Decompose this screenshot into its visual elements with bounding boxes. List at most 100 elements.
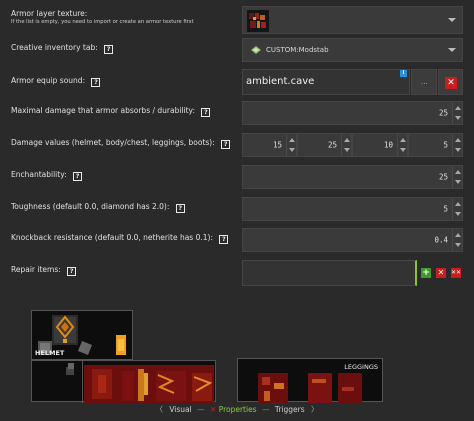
- nav-separator: —: [261, 405, 270, 414]
- add-item-icon[interactable]: +: [421, 268, 431, 278]
- spin-up-icon[interactable]: [455, 138, 461, 142]
- help-icon[interactable]: ?: [175, 204, 185, 213]
- helmet-preview: HELMET: [31, 310, 133, 360]
- spinner-controls[interactable]: [286, 134, 296, 156]
- armor-texture-label-wrap: Armor layer texture: If the list is empt…: [11, 9, 194, 25]
- max-damage-value: 25: [438, 108, 448, 118]
- max-damage-label: Maximal damage that armor absorbs / dura…: [11, 106, 195, 115]
- knockback-label-wrap: Knockback resistance (default 0.0, nethe…: [11, 233, 229, 244]
- enchantability-value: 25: [438, 172, 448, 182]
- help-icon[interactable]: ?: [104, 45, 114, 54]
- leggings-preview-label: LEGGINGS: [344, 363, 378, 371]
- spin-up-icon[interactable]: [344, 138, 350, 142]
- spin-up-icon[interactable]: [289, 138, 295, 142]
- toughness-label-wrap: Toughness (default 0.0, diamond has 2.0)…: [11, 202, 185, 213]
- toughness-label: Toughness (default 0.0, diamond has 2.0)…: [11, 202, 170, 211]
- spinner-controls[interactable]: [341, 134, 351, 156]
- spin-up-icon[interactable]: [400, 138, 406, 142]
- toughness-spinner[interactable]: 5: [242, 197, 463, 221]
- armor-texture-thumbnail: [247, 10, 269, 32]
- repair-items-label-wrap: Repair items: ?: [11, 265, 77, 276]
- knockback-label: Knockback resistance (default 0.0, nethe…: [11, 233, 213, 242]
- toughness-value: 5: [443, 204, 448, 214]
- spinner-controls[interactable]: [452, 134, 462, 156]
- help-icon[interactable]: ?: [67, 267, 77, 276]
- creative-tab-dropdown[interactable]: CUSTOM:Modstab: [242, 38, 463, 62]
- browse-sound-button[interactable]: ...: [411, 69, 437, 95]
- knockback-row: Knockback resistance (default 0.0, nethe…: [0, 228, 474, 252]
- enchantability-label-wrap: Enchantability: ?: [11, 170, 83, 181]
- spin-up-icon[interactable]: [455, 170, 461, 174]
- help-icon[interactable]: ?: [219, 235, 229, 244]
- nav-separator: —: [197, 405, 205, 414]
- creative-tab-label-wrap: Creative inventory tab: ?: [11, 43, 114, 54]
- remove-all-icon[interactable]: ✕✕: [451, 268, 461, 278]
- max-damage-row: Maximal damage that armor absorbs / dura…: [0, 101, 474, 125]
- enchantability-label: Enchantability:: [11, 170, 67, 179]
- help-icon[interactable]: ?: [91, 78, 101, 87]
- repair-items-label: Repair items:: [11, 265, 61, 274]
- chevron-down-icon: [448, 18, 456, 22]
- armor-texture-row: Armor layer texture: If the list is empt…: [0, 6, 474, 34]
- armor-texture-dropdown[interactable]: [242, 6, 463, 34]
- spin-down-icon[interactable]: [455, 243, 461, 247]
- chest-damage-value: 25: [327, 140, 337, 150]
- chest-damage-spinner[interactable]: 25: [297, 133, 352, 157]
- max-damage-spinner[interactable]: 25: [242, 101, 463, 125]
- knockback-spinner[interactable]: 0.4: [242, 228, 463, 252]
- spin-down-icon[interactable]: [455, 116, 461, 120]
- spin-down-icon[interactable]: [400, 148, 406, 152]
- helmet-damage-value: 15: [272, 140, 282, 150]
- helmet-damage-spinner[interactable]: 15: [242, 133, 297, 157]
- spinner-controls[interactable]: [452, 229, 462, 251]
- tab-triggers[interactable]: Triggers: [275, 405, 305, 414]
- tab-icon: [251, 46, 261, 54]
- close-icon: ✕: [445, 77, 457, 89]
- help-icon[interactable]: ?: [221, 140, 231, 149]
- repair-items-list[interactable]: [242, 260, 417, 286]
- helmet-preview-label: HELMET: [35, 349, 65, 357]
- help-icon[interactable]: ?: [73, 172, 83, 181]
- chevron-down-icon: [448, 48, 456, 52]
- spin-down-icon[interactable]: [455, 212, 461, 216]
- remove-item-icon[interactable]: ✕: [436, 268, 446, 278]
- leggings-damage-spinner[interactable]: 10: [352, 133, 408, 157]
- tab-visual[interactable]: Visual: [169, 405, 191, 414]
- clear-sound-button[interactable]: ✕: [438, 69, 463, 95]
- tab-properties[interactable]: Properties: [219, 405, 257, 414]
- spin-down-icon[interactable]: [455, 148, 461, 152]
- help-icon[interactable]: ?: [201, 108, 211, 117]
- enchantability-spinner[interactable]: 25: [242, 165, 463, 189]
- equip-sound-label-wrap: Armor equip sound: ?: [11, 76, 101, 87]
- armor-texture-thumbnail-icon: [249, 13, 266, 28]
- chevron-left-icon[interactable]: 〈: [155, 405, 163, 414]
- chevron-right-icon[interactable]: 〉: [311, 405, 319, 414]
- boots-damage-value: 5: [443, 140, 448, 150]
- spinner-controls[interactable]: [397, 134, 407, 156]
- damage-values-row: Damage values (helmet, body/chest, leggi…: [0, 133, 474, 157]
- damage-values-label-wrap: Damage values (helmet, body/chest, leggi…: [11, 138, 231, 149]
- spin-down-icon[interactable]: [344, 148, 350, 152]
- spinner-controls[interactable]: [452, 198, 462, 220]
- spin-up-icon[interactable]: [455, 202, 461, 206]
- bottom-nav: 〈 Visual — ✕ Properties — Triggers 〉: [0, 404, 474, 415]
- creative-tab-value: CUSTOM:Modstab: [266, 46, 329, 54]
- spinner-controls[interactable]: [452, 102, 462, 124]
- leggings-preview: LEGGINGS: [237, 358, 383, 403]
- creative-tab-row: Creative inventory tab: ? CUSTOM:Modstab: [0, 38, 474, 62]
- knockback-value: 0.4: [434, 235, 448, 245]
- equip-sound-label: Armor equip sound:: [11, 76, 86, 85]
- info-badge-icon[interactable]: i: [400, 70, 407, 77]
- armor-texture-label: Armor layer texture:: [11, 9, 88, 18]
- spin-up-icon[interactable]: [455, 106, 461, 110]
- spin-down-icon[interactable]: [289, 148, 295, 152]
- boots-damage-spinner[interactable]: 5: [408, 133, 463, 157]
- spin-up-icon[interactable]: [455, 233, 461, 237]
- spinner-controls[interactable]: [452, 166, 462, 188]
- equip-sound-row: Armor equip sound: ? ambient.cave i ... …: [0, 69, 474, 95]
- damage-values-label: Damage values (helmet, body/chest, leggi…: [11, 138, 215, 147]
- spin-down-icon[interactable]: [455, 180, 461, 184]
- equip-sound-input[interactable]: ambient.cave i: [242, 69, 410, 95]
- browse-sound-label: ...: [421, 78, 428, 86]
- toughness-row: Toughness (default 0.0, diamond has 2.0)…: [0, 197, 474, 221]
